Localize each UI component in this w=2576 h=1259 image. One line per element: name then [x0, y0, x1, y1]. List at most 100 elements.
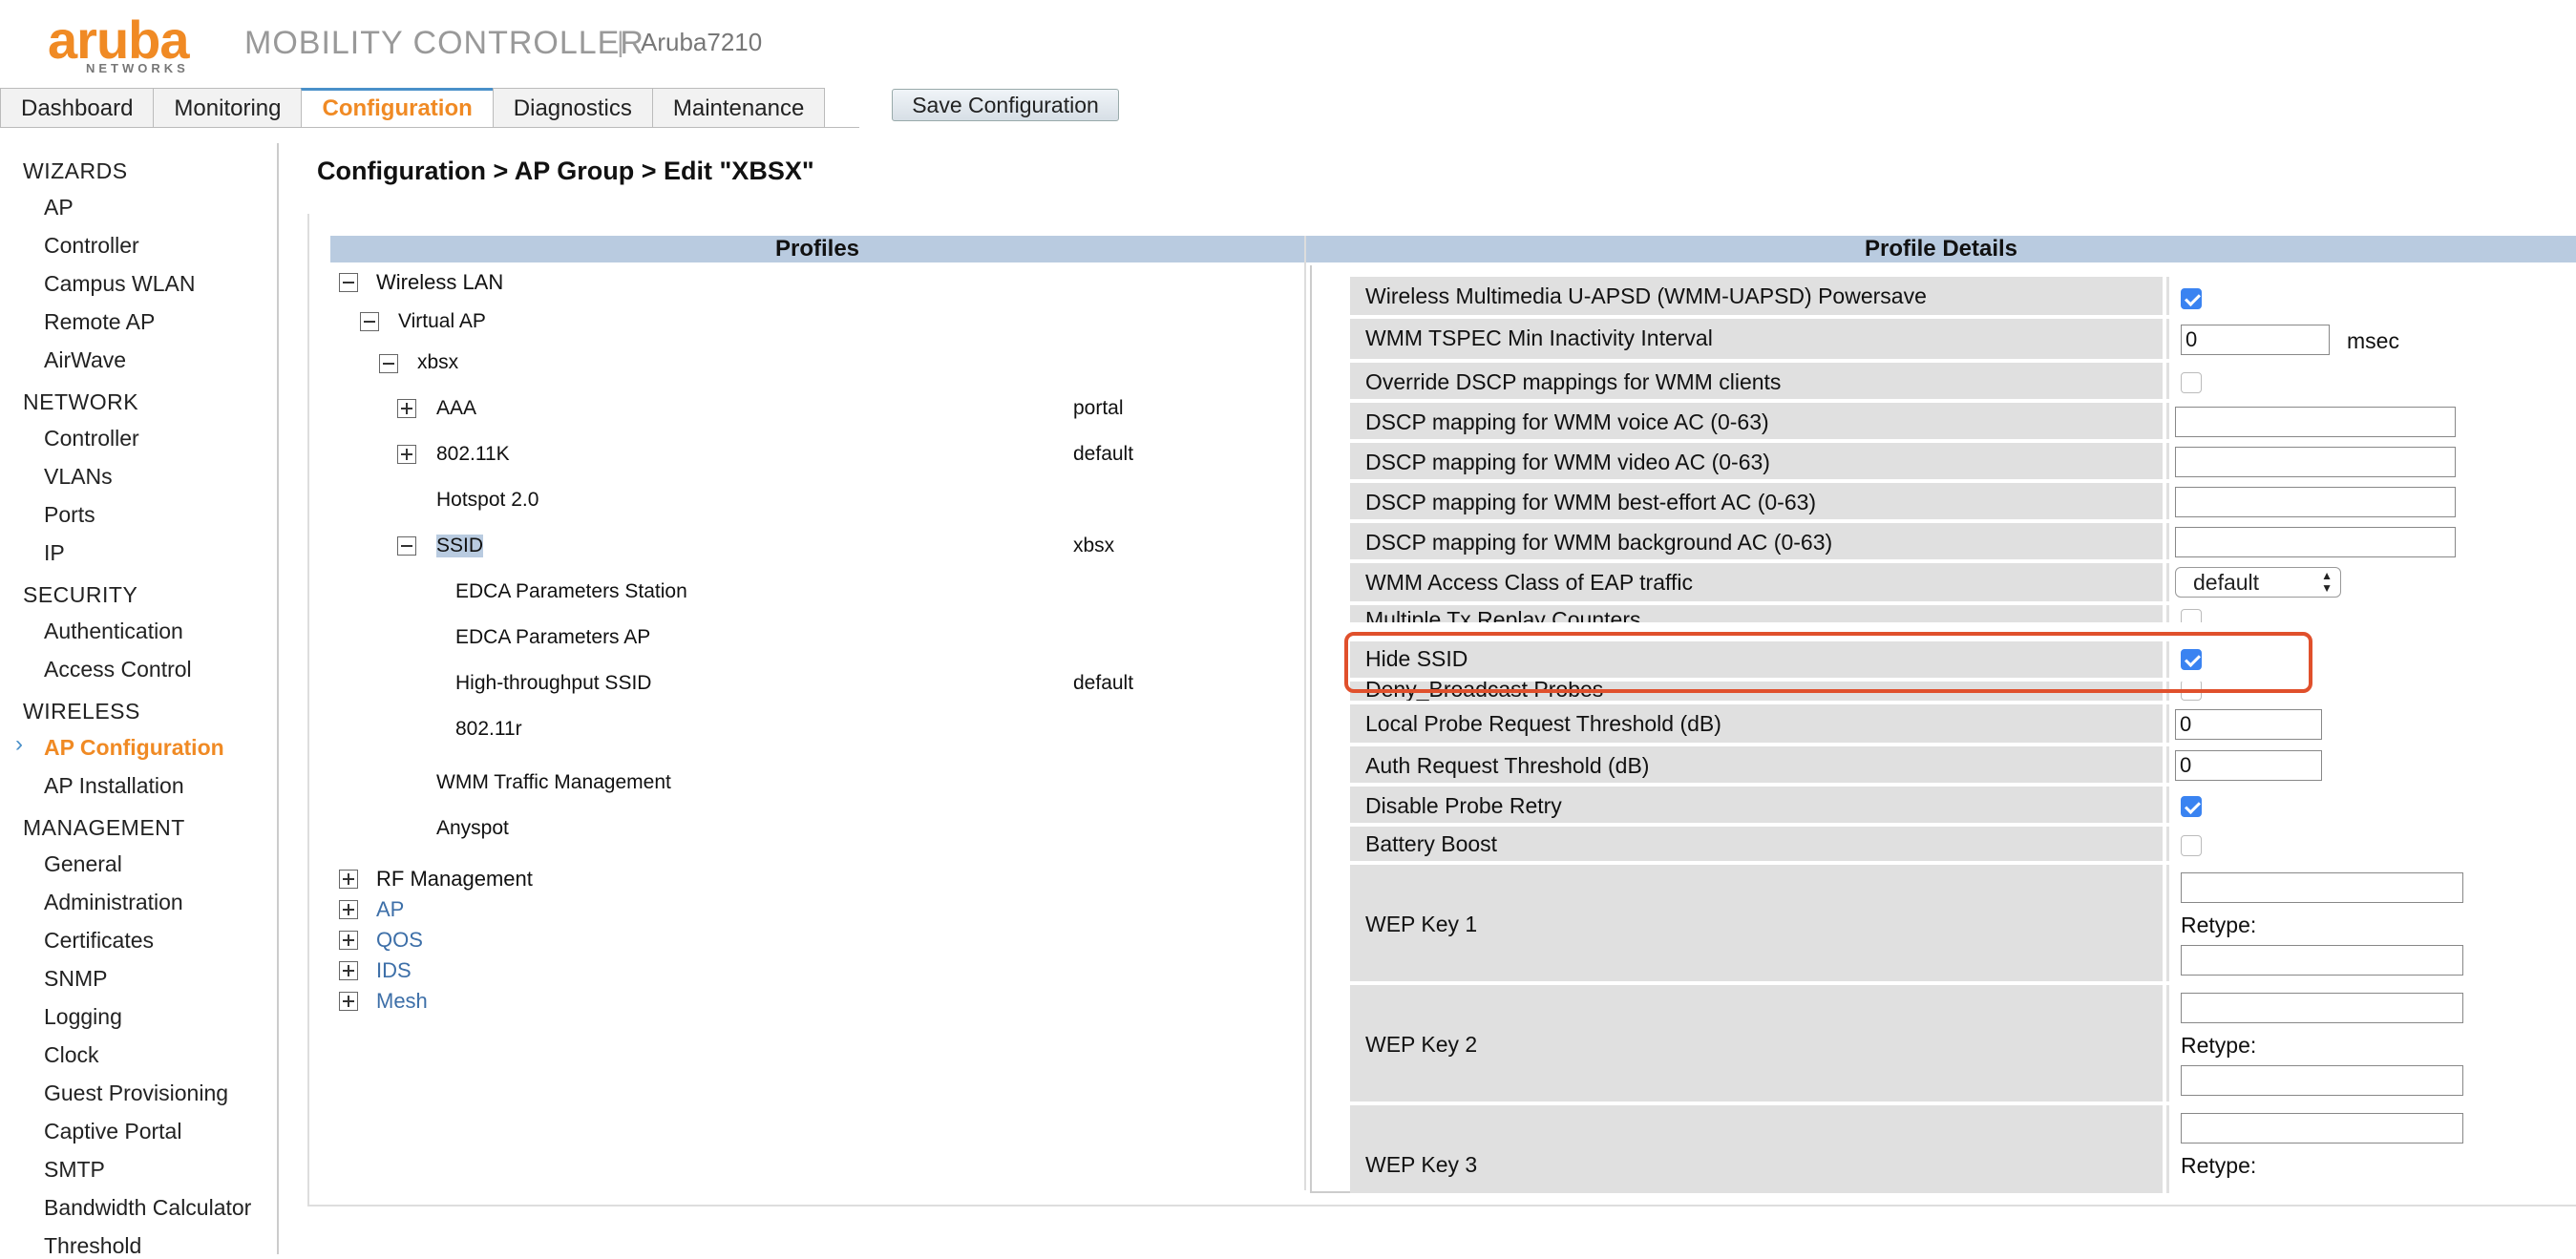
value-auth-request: [2169, 746, 2576, 783]
label-wep-key-1: WEP Key 1: [1350, 865, 2166, 981]
tree-item-qos[interactable]: QOS: [376, 928, 423, 953]
tab-maintenance[interactable]: Maintenance: [651, 88, 826, 128]
wmm-uapsd-checkbox[interactable]: [2181, 288, 2202, 309]
sidebar-item-guest-provisioning[interactable]: Guest Provisioning: [44, 1081, 228, 1106]
sidebar-item-captive-portal[interactable]: Captive Portal: [44, 1119, 181, 1144]
sidebar-item-bandwidth-calculator[interactable]: Bandwidth Calculator: [44, 1195, 251, 1221]
sidebar-item-smtp[interactable]: SMTP: [44, 1157, 105, 1183]
sidebar-nav: WIZARDS AP Controller Campus WLAN Remote…: [0, 143, 279, 1258]
expand-aaa-icon[interactable]: [397, 399, 416, 418]
override-dscp-checkbox[interactable]: [2181, 372, 2202, 393]
sidebar-item-clock[interactable]: Clock: [44, 1042, 99, 1068]
sidebar-item-access-control[interactable]: Access Control: [44, 657, 192, 682]
sidebar-item-ip[interactable]: IP: [44, 540, 65, 566]
row-dscp-voice: DSCP mapping for WMM voice AC (0-63): [1350, 403, 2576, 441]
label-dscp-voice: DSCP mapping for WMM voice AC (0-63): [1350, 403, 2166, 439]
sidebar-item-administration[interactable]: Administration: [44, 890, 183, 915]
tree-item-wireless-lan[interactable]: Wireless LAN: [376, 270, 503, 295]
tree-item-80211k[interactable]: 802.11K: [436, 443, 510, 466]
row-local-probe: Local Probe Request Threshold (dB): [1350, 704, 2576, 745]
collapse-xbsx-icon[interactable]: [379, 354, 398, 373]
wep-key-1-retype-input[interactable]: [2181, 945, 2463, 976]
tree-item-wmm-traffic[interactable]: WMM Traffic Management: [436, 771, 671, 794]
sidebar-item-network-controller[interactable]: Controller: [44, 426, 139, 451]
tree-item-xbsx[interactable]: xbsx: [417, 351, 458, 374]
value-deny-broadcast: [2169, 682, 2576, 701]
dscp-voice-input[interactable]: [2175, 407, 2456, 437]
profile-details-panel[interactable]: Wireless Multimedia U-APSD (WMM-UAPSD) P…: [1310, 265, 2576, 1193]
row-auth-request: Auth Request Threshold (dB): [1350, 746, 2576, 785]
row-dscp-video: DSCP mapping for WMM video AC (0-63): [1350, 443, 2576, 481]
tree-item-aaa[interactable]: AAA: [436, 397, 476, 420]
expand-ids-icon[interactable]: [339, 961, 358, 980]
sidebar-item-campus-wlan[interactable]: Campus WLAN: [44, 271, 195, 297]
collapse-ssid-icon[interactable]: [397, 536, 416, 556]
tree-item-edca-station[interactable]: EDCA Parameters Station: [455, 580, 687, 603]
wep-key-2-retype-input[interactable]: [2181, 1065, 2463, 1096]
sidebar-item-snmp[interactable]: SNMP: [44, 966, 107, 992]
tree-item-80211r[interactable]: 802.11r: [455, 718, 522, 741]
tree-item-edca-ap[interactable]: EDCA Parameters AP: [455, 626, 650, 649]
sidebar-item-certificates[interactable]: Certificates: [44, 928, 154, 954]
tab-configuration[interactable]: Configuration: [301, 88, 494, 128]
sidebar-item-vlans[interactable]: VLANs: [44, 464, 113, 490]
value-wmm-tspec: msec: [2169, 319, 2576, 359]
label-override-dscp: Override DSCP mappings for WMM clients: [1350, 363, 2166, 399]
tab-monitoring[interactable]: Monitoring: [153, 88, 303, 128]
tree-item-ids[interactable]: IDS: [376, 958, 412, 983]
tree-item-ap[interactable]: AP: [376, 897, 404, 922]
expand-80211k-icon[interactable]: [397, 445, 416, 464]
dscp-video-input[interactable]: [2175, 447, 2456, 477]
label-wep-key-2: WEP Key 2: [1350, 985, 2166, 1102]
row-wep-key-1: WEP Key 1 Retype:: [1350, 865, 2576, 983]
ssid-profile-value: xbsx: [1073, 535, 1115, 556]
tab-diagnostics[interactable]: Diagnostics: [492, 88, 653, 128]
sidebar-item-general[interactable]: General: [44, 851, 122, 877]
sidebar-item-authentication[interactable]: Authentication: [44, 619, 183, 644]
save-configuration-button[interactable]: Save Configuration: [892, 89, 1119, 121]
sidebar-item-ap-installation[interactable]: AP Installation: [44, 773, 184, 799]
tree-item-hotspot-20[interactable]: Hotspot 2.0: [436, 489, 538, 512]
sidebar-item-threshold[interactable]: Threshold: [44, 1233, 141, 1259]
sidebar-item-ports[interactable]: Ports: [44, 502, 95, 528]
sidebar-item-remote-ap[interactable]: Remote AP: [44, 309, 155, 335]
label-disable-probe-retry: Disable Probe Retry: [1350, 787, 2166, 823]
tree-item-ht-ssid[interactable]: High-throughput SSID: [455, 672, 651, 695]
sidebar-item-logging[interactable]: Logging: [44, 1004, 122, 1030]
tree-item-ssid[interactable]: SSID: [436, 535, 484, 557]
wmm-tspec-input[interactable]: [2181, 325, 2330, 355]
tree-item-mesh[interactable]: Mesh: [376, 989, 428, 1014]
expand-ap-icon[interactable]: [339, 900, 358, 919]
hide-ssid-checkbox[interactable]: [2181, 649, 2202, 670]
multiple-tx-checkbox[interactable]: [2181, 609, 2202, 622]
wep-key-1-input[interactable]: [2181, 872, 2463, 903]
sidebar-item-wizard-ap[interactable]: AP: [44, 195, 74, 220]
local-probe-input[interactable]: [2175, 709, 2322, 740]
sidebar-item-ap-configuration[interactable]: AP Configuration: [44, 735, 224, 761]
sidebar-item-wizard-controller[interactable]: Controller: [44, 233, 139, 259]
deny-broadcast-checkbox[interactable]: [2181, 682, 2202, 701]
dscp-best-effort-input[interactable]: [2175, 487, 2456, 517]
expand-mesh-icon[interactable]: [339, 992, 358, 1011]
tree-item-rf-management[interactable]: RF Management: [376, 867, 533, 892]
value-multiple-tx: [2169, 605, 2576, 622]
wep-key-2-input[interactable]: [2181, 993, 2463, 1023]
tab-dashboard[interactable]: Dashboard: [0, 88, 155, 128]
collapse-wireless-lan-icon[interactable]: [339, 273, 358, 292]
wmm-eap-select[interactable]: default ▲ ▼: [2175, 567, 2341, 598]
battery-boost-checkbox[interactable]: [2181, 835, 2202, 856]
dscp-background-input[interactable]: [2175, 527, 2456, 557]
sidebar-item-airwave[interactable]: AirWave: [44, 347, 126, 373]
tree-item-virtual-ap[interactable]: Virtual AP: [398, 310, 486, 333]
expand-rf-management-icon[interactable]: [339, 870, 358, 889]
row-dscp-best-effort: DSCP mapping for WMM best-effort AC (0-6…: [1350, 483, 2576, 521]
label-wmm-uapsd: Wireless Multimedia U-APSD (WMM-UAPSD) P…: [1350, 277, 2166, 315]
tabs-divider: [0, 127, 859, 128]
tree-item-anyspot[interactable]: Anyspot: [436, 817, 509, 840]
disable-probe-retry-checkbox[interactable]: [2181, 796, 2202, 817]
auth-request-input[interactable]: [2175, 750, 2322, 781]
expand-qos-icon[interactable]: [339, 931, 358, 950]
value-wep-key-1: Retype:: [2169, 865, 2576, 981]
wep-key-3-input[interactable]: [2181, 1113, 2463, 1144]
collapse-virtual-ap-icon[interactable]: [360, 312, 379, 331]
